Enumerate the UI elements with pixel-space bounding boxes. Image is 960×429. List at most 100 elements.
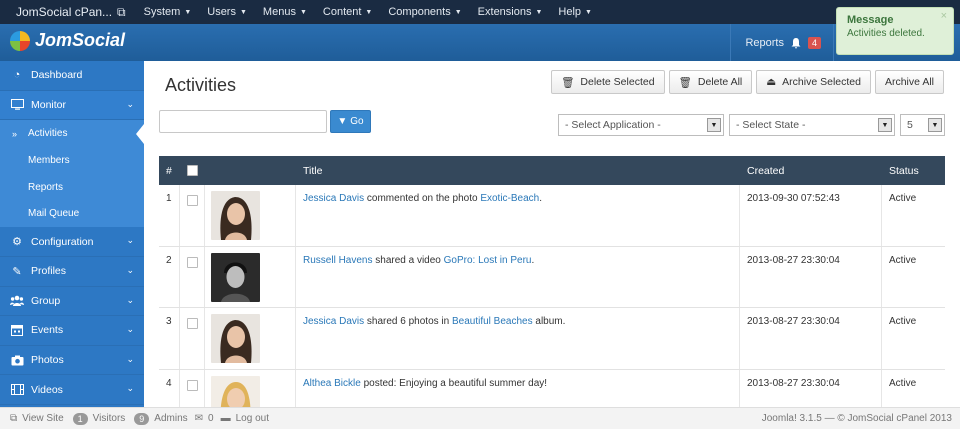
delete-selected-button[interactable]: 🗑 Delete Selected	[551, 70, 665, 94]
header-title[interactable]: Title	[296, 156, 740, 185]
chevron-down-icon: ⌄	[126, 98, 134, 109]
sidebar-item-videos[interactable]: Videos ⌄	[0, 375, 144, 405]
sidebar-item-profiles[interactable]: ✎ Profiles ⌄	[0, 257, 144, 287]
logout-link[interactable]: Log out	[236, 413, 269, 424]
avatar[interactable]	[211, 375, 260, 407]
avatar[interactable]	[211, 314, 260, 363]
chevron-down-icon: ⌄	[126, 235, 134, 246]
header-num: #	[166, 164, 172, 177]
version-text: Joomla! 3.1.5 — © JomSocial cPanel 2013	[761, 413, 952, 424]
table-row: 3 Jessica Davis shared 6 photos in Beaut…	[159, 308, 945, 370]
search-input[interactable]	[159, 110, 327, 133]
avatar-cell	[205, 369, 296, 407]
trash-icon: 🗑	[561, 76, 575, 89]
select-state[interactable]: - Select State - ▼	[729, 114, 895, 136]
chevron-down-icon: ⌄	[126, 264, 134, 275]
sidebar-item-activities[interactable]: Activities	[0, 120, 144, 147]
avatar[interactable]	[211, 191, 260, 240]
go-button[interactable]: ▼ Go	[330, 110, 371, 133]
sidebar-item-dashboard[interactable]: ◔ Dashboard	[0, 61, 144, 91]
monitor-submenu: Activities Members Reports Mail Queue	[0, 120, 144, 228]
row-checkbox[interactable]	[187, 318, 198, 329]
header-select-all	[180, 156, 205, 185]
header-status[interactable]: Status	[882, 156, 945, 185]
menu-components[interactable]: Components ▼	[380, 6, 469, 18]
visitors-label: Visitors	[92, 413, 126, 424]
archive-selected-button[interactable]: ⏏ Archive Selected	[756, 70, 871, 94]
filter-icon: ▼	[337, 116, 348, 127]
table-row: 1 Jessica Davis commented on the photo E…	[159, 185, 945, 247]
caret-down-icon: ▼	[365, 8, 373, 16]
message-text: Activities deleted.	[847, 28, 925, 39]
sidebar-item-events[interactable]: Events ⌄	[0, 316, 144, 346]
sidebar-item-reports[interactable]: Reports	[0, 174, 144, 201]
table-header: # Title Created Status	[159, 156, 945, 185]
chevron-down-icon: ⌄	[126, 383, 134, 394]
sidebar-item-mail-queue[interactable]: Mail Queue	[0, 201, 144, 228]
table-row: 2 Russell Havens shared a video GoPro: L…	[159, 246, 945, 308]
trash-icon: 🗑	[678, 76, 692, 89]
object-link[interactable]: GoPro: Lost in Peru	[444, 255, 532, 266]
row-number: 2	[159, 246, 180, 307]
dashboard-icon: ◔	[13, 69, 21, 82]
site-link[interactable]: JomSocial cPan... ⧉	[0, 5, 136, 20]
actor-link[interactable]: Jessica Davis	[303, 316, 364, 327]
row-checkbox-cell	[180, 308, 205, 369]
external-link-icon: ⧉	[117, 4, 126, 19]
menu-menus[interactable]: Menus ▼	[255, 6, 315, 18]
sidebar-item-members[interactable]: Members	[0, 147, 144, 174]
main-menu: System ▼ Users ▼ Menus ▼ Content ▼ Component…	[136, 6, 600, 18]
sidebar-item-configuration[interactable]: ⚙ Configuration ⌄	[0, 227, 144, 257]
reports-button[interactable]: Reports 4	[730, 24, 834, 61]
menu-system[interactable]: System ▼	[136, 6, 200, 18]
caret-down-icon: ▼	[535, 8, 543, 16]
edit-icon: ✎	[12, 265, 22, 278]
actor-link[interactable]: Russell Havens	[303, 255, 372, 266]
select-application[interactable]: - Select Application - ▼	[558, 114, 724, 136]
activities-table: # Title Created Status 1 Jessica Davis c…	[159, 156, 945, 407]
menu-extensions[interactable]: Extensions ▼	[470, 6, 551, 18]
menu-help[interactable]: Help ▼	[550, 6, 600, 18]
sidebar-item-monitor[interactable]: Monitor ⌄	[0, 90, 144, 121]
logo-text: JomSocial	[35, 30, 126, 50]
menu-users[interactable]: Users ▼	[199, 6, 255, 18]
caret-down-icon: ▼	[454, 8, 462, 16]
row-checkbox[interactable]	[187, 379, 198, 391]
row-title: Jessica Davis commented on the photo Exo…	[296, 185, 740, 246]
view-site-link[interactable]: View Site	[22, 413, 64, 424]
object-link[interactable]: Beautiful Beaches	[452, 316, 533, 327]
close-icon[interactable]: ×	[941, 10, 947, 22]
actor-link[interactable]: Jessica Davis	[303, 193, 364, 204]
actor-link[interactable]: Althea Bickle	[303, 378, 361, 389]
sidebar-item-photos[interactable]: Photos ⌄	[0, 346, 144, 376]
header-created[interactable]: Created	[740, 156, 882, 185]
caret-down-icon: ▼	[184, 8, 192, 16]
chevron-down-icon: ⌄	[126, 353, 134, 364]
archive-all-button[interactable]: Archive All	[874, 70, 944, 94]
limit-select[interactable]: 5 ▼	[900, 114, 945, 136]
row-checkbox-cell	[180, 246, 205, 307]
calendar-icon	[10, 323, 24, 337]
delete-all-button[interactable]: 🗑 Delete All	[668, 70, 753, 94]
row-checkbox[interactable]	[187, 195, 198, 206]
row-number: 1	[159, 185, 180, 246]
row-title: Russell Havens shared a video GoPro: Los…	[296, 246, 740, 307]
dropdown-arrow-icon: ▼	[878, 118, 892, 132]
admins-count-badge: 9	[134, 412, 150, 425]
jomsocial-logo[interactable]: JomSocial	[10, 30, 125, 51]
object-link[interactable]: Exotic-Beach	[480, 193, 539, 204]
main-content: Activities 🗑 Delete Selected 🗑 Delete Al…	[144, 61, 960, 407]
menu-content[interactable]: Content ▼	[315, 6, 380, 18]
header-image	[205, 156, 296, 185]
row-checkbox-cell	[180, 369, 205, 407]
avatar[interactable]	[211, 252, 260, 302]
row-checkbox[interactable]	[187, 256, 198, 268]
select-all-checkbox[interactable]	[187, 165, 198, 176]
row-title: Althea Bickle posted: Enjoying a beautif…	[296, 369, 740, 407]
group-icon	[10, 294, 24, 308]
caret-down-icon: ▼	[299, 8, 307, 16]
messages-count[interactable]: 0	[208, 413, 214, 424]
sidebar-item-group[interactable]: Group ⌄	[0, 287, 144, 317]
row-status: Active	[889, 254, 917, 266]
external-link-icon: ⧉	[10, 413, 18, 424]
